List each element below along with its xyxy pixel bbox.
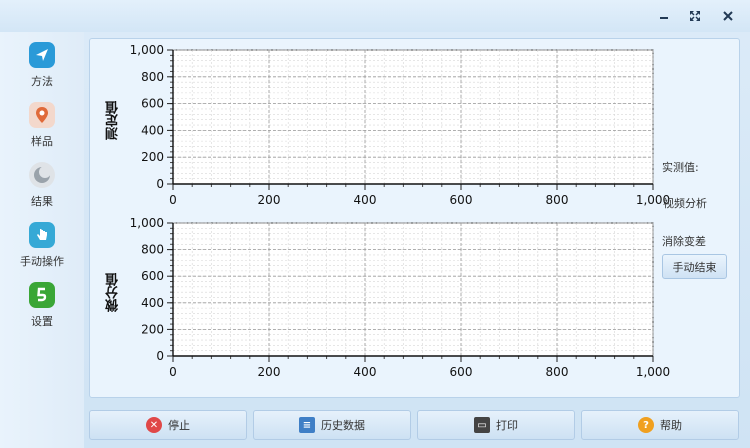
chart2-x-tick-label: 0 (169, 365, 177, 379)
chart1-x-tick-label: 0 (169, 193, 177, 207)
chart1-x-tick-label: 400 (354, 193, 377, 207)
stop-button[interactable]: ✕ 停止 (89, 410, 247, 440)
measured-value-label: 实测值: (662, 161, 699, 174)
chart1-y-tick-label: 0 (156, 177, 164, 191)
history-label: 历史数据 (321, 419, 365, 432)
help-icon: ? (638, 417, 654, 433)
stop-label: 停止 (168, 419, 190, 432)
document-icon: ≡ (299, 417, 315, 433)
chart2-y-tick-label: 1,000 (130, 216, 164, 230)
print-label: 打印 (496, 419, 518, 432)
chart1-y-tick-label: 200 (141, 150, 164, 164)
chart2-x-tick-label: 800 (546, 365, 569, 379)
print-button[interactable]: ▭ 打印 (417, 410, 575, 440)
chart2-plot-area (172, 222, 654, 357)
video-analysis-link[interactable]: 视频分析 (663, 195, 707, 211)
clear-variance-link[interactable]: 消除变差 (662, 233, 706, 249)
help-button[interactable]: ? 帮助 (581, 410, 739, 440)
chart2-y-tick-label: 800 (141, 243, 164, 257)
help-label: 帮助 (660, 419, 682, 432)
chart2-x-tick-label: 400 (354, 365, 377, 379)
chart2-y-tick-label: 600 (141, 269, 164, 283)
chart1-y-tick-label: 600 (141, 97, 164, 111)
chart1-y-tick-label: 400 (141, 123, 164, 137)
chart2-y-tick-label: 0 (156, 349, 164, 363)
chart1-y-tick-label: 800 (141, 70, 164, 84)
chart2-ylabel: 微分值 (105, 272, 121, 312)
chart1-plot-area (172, 49, 654, 185)
chart2-x-tick-label: 600 (450, 365, 473, 379)
chart2-x-tick-label: 1,000 (636, 365, 670, 379)
history-button[interactable]: ≡ 历史数据 (253, 410, 411, 440)
printer-icon: ▭ (474, 417, 490, 433)
chart2-ylabel-box: 微分值 (103, 227, 123, 357)
chart1-ylabel-box: 测定值 (103, 55, 123, 185)
manual-end-button[interactable]: 手动结束 (662, 254, 727, 279)
chart1-x-tick-label: 800 (546, 193, 569, 207)
stop-icon: ✕ (146, 417, 162, 433)
chart1-y-tick-label: 1,000 (130, 43, 164, 57)
chart2-y-tick-label: 400 (141, 296, 164, 310)
chart1-x-tick-label: 600 (450, 193, 473, 207)
chart1-x-tick-label: 200 (258, 193, 281, 207)
chart2-x-tick-label: 200 (258, 365, 281, 379)
chart2-y-tick-label: 200 (141, 322, 164, 336)
chart1-ylabel: 测定值 (105, 100, 121, 140)
